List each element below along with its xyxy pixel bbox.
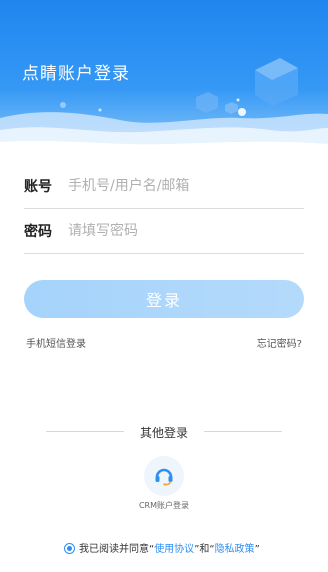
headset-icon (155, 468, 173, 486)
crm-login-label: CRM账户登录 (138, 501, 190, 510)
account-field: 账号 (24, 168, 304, 209)
agreement-prefix: 我已阅读并同意 (79, 544, 149, 555)
page-title: 点睛账户登录 (22, 64, 130, 84)
password-label: 密码 (24, 224, 52, 240)
other-login-title: 其他登录 (139, 426, 188, 440)
password-input[interactable] (66, 215, 300, 247)
account-label: 账号 (24, 179, 52, 195)
account-input[interactable] (66, 170, 300, 202)
privacy-link[interactable]: 隐私政策 (215, 544, 255, 555)
login-button[interactable]: 登录 (24, 280, 304, 318)
agreement-radio[interactable] (64, 543, 75, 554)
header-banner: 点睛账户登录 (0, 0, 328, 160)
crm-login-button[interactable] (144, 456, 184, 496)
agreement-and: 和 (199, 544, 210, 555)
password-field: 密码 (24, 213, 304, 254)
sms-login-link[interactable]: 手机短信登录 (26, 335, 86, 350)
terms-link[interactable]: 使用协议 (154, 544, 194, 555)
privacy-quote-close: ” (254, 544, 260, 555)
agreement-row: 我已阅读并同意“使用协议”和“隐私政策” (64, 540, 260, 555)
forgot-password-link[interactable]: 忘记密码? (257, 335, 302, 350)
